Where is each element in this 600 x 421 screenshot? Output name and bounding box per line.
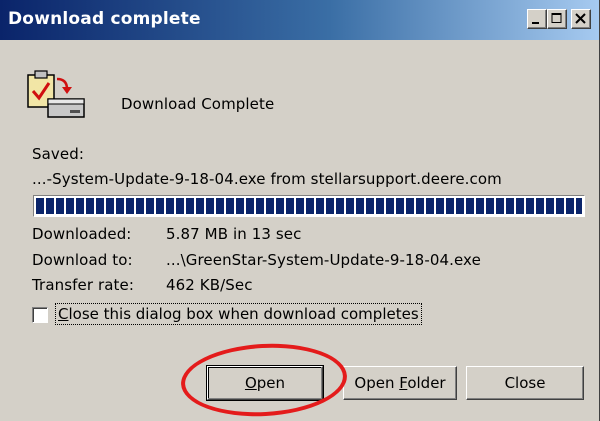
download-to-label: Download to: [32,251,133,269]
window-title: Download complete [8,9,201,29]
close-button-label: Close [504,374,546,392]
download-complete-icon [27,70,85,118]
download-progress-bar [33,195,585,217]
transfer-rate-value: 462 KB/Sec [166,276,253,294]
downloaded-label: Downloaded: [32,225,132,243]
saved-file-text: ...-System-Update-9-18-04.exe from stell… [32,170,502,188]
download-status-text: Download Complete [121,95,275,113]
close-button[interactable]: Close [466,366,584,400]
download-to-value: ...\GreenStar-System-Update-9-18-04.exe [166,251,481,269]
open-folder-button[interactable]: Open Folder [343,366,457,400]
maximize-icon [551,13,562,23]
saved-label: Saved: [32,145,84,163]
downloaded-value: 5.87 MB in 13 sec [166,225,302,243]
checkbox-label-rest: lose this dialog box when download compl… [68,305,419,323]
open-button[interactable]: Open [206,365,324,401]
transfer-rate-label: Transfer rate: [32,276,135,294]
open-button-label: Open [244,374,286,392]
close-window-button[interactable] [571,9,591,29]
close-when-complete-checkbox[interactable] [32,307,48,323]
title-bar[interactable]: Download complete [0,0,599,40]
close-icon [575,13,586,24]
minimize-button[interactable] [527,9,547,29]
download-complete-dialog: Download complete Download Complete Save… [0,0,600,421]
minimize-icon [532,22,539,24]
progress-fill [36,198,582,214]
close-when-complete-label[interactable]: Close this dialog box when download comp… [55,303,422,325]
open-folder-button-label: Open Folder [354,374,446,392]
checkbox-label-mnemonic: C [58,305,69,323]
maximize-button[interactable] [547,9,567,29]
